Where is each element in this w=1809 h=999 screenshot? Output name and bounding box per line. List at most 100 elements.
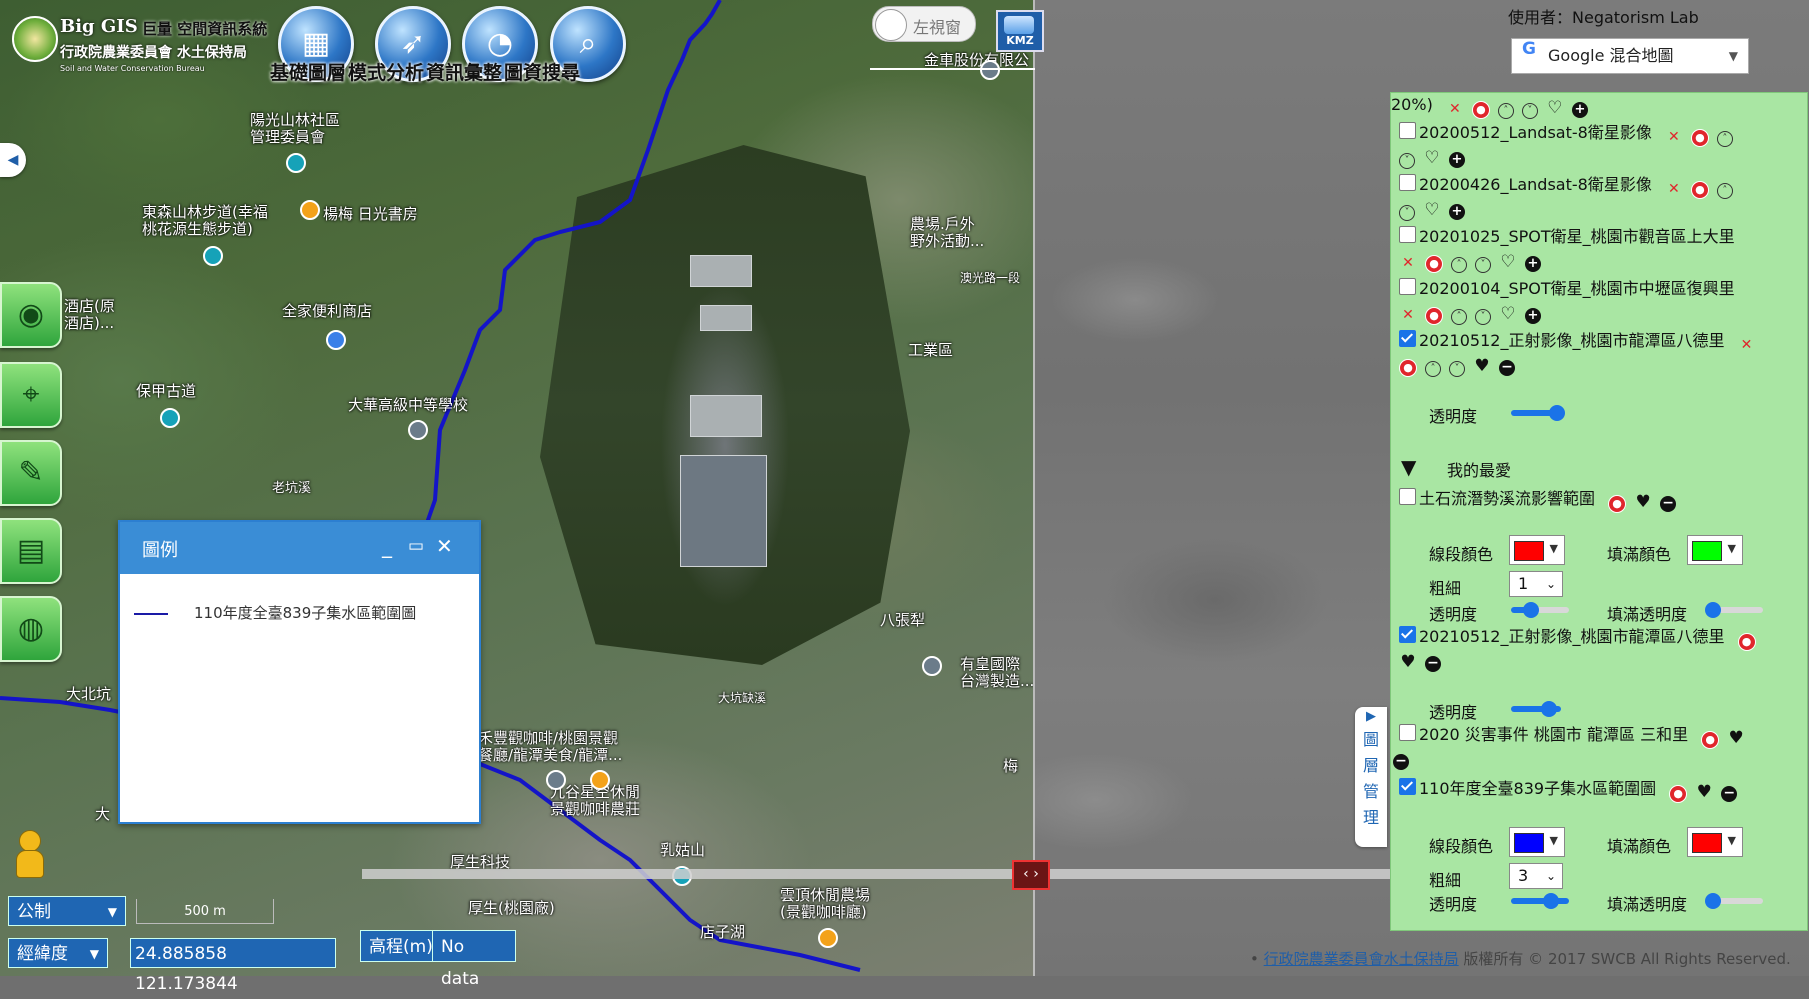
move-up-icon[interactable]: ˄ [1716, 131, 1733, 147]
favorite-filled-icon[interactable]: ♥ [1473, 357, 1491, 375]
favorite-filled-icon[interactable]: ♥ [1399, 653, 1417, 671]
toolbar-label-base-layers[interactable]: 基礎圖層 [270, 62, 346, 84]
maximize-icon[interactable]: ▭ [408, 536, 424, 556]
move-down-icon[interactable]: ˅ [1475, 309, 1491, 325]
add-icon[interactable]: + [1449, 152, 1465, 168]
poi-marker[interactable] [160, 408, 180, 428]
favorite-row[interactable]: 土石流潛勢溪流影響範圍 ● ♥ − [1399, 485, 1677, 513]
layer-checkbox[interactable] [1399, 488, 1416, 505]
map-marker-button[interactable]: ⌖ [0, 362, 62, 428]
favorite-row[interactable]: 110年度全臺839子集水區範圍圖 ● ♥ − [1399, 775, 1738, 803]
locate-pin-icon[interactable]: ● [1701, 731, 1720, 749]
taiwan-map-button[interactable]: ◉ [0, 282, 62, 348]
width-select[interactable]: 1 ⌄ [1509, 571, 1563, 597]
elevation-button[interactable]: 高程(m) [360, 930, 442, 962]
poi-marker[interactable] [980, 60, 1000, 80]
layer-panel[interactable]: 20%) ✕ ● ˄ ˅ ♡ + 20200512_Landsat-8衛星影像 ✕ ● ˄ ˅… [1390, 92, 1808, 931]
move-up-icon[interactable]: ˄ [1425, 361, 1441, 377]
remove-icon[interactable]: ✕ [1446, 100, 1464, 118]
locate-pin-icon[interactable]: ● [1737, 633, 1756, 651]
move-up-icon[interactable]: ˄ [1716, 183, 1733, 199]
favorite-row[interactable]: 20210512_正射影像_桃園市龍潭區八德里 ● [1399, 623, 1756, 651]
locate-pin-icon[interactable]: ● [1471, 101, 1490, 119]
opacity-slider[interactable] [1511, 405, 1565, 421]
unit-select[interactable]: 公制 ▼ [8, 896, 126, 926]
move-up-icon[interactable]: ˄ [1497, 103, 1514, 119]
slider-knob[interactable] [1523, 602, 1539, 618]
favorite-filled-icon[interactable]: ♥ [1695, 783, 1713, 801]
remove-favorite-icon[interactable]: − [1393, 754, 1409, 770]
layer-row[interactable]: 20200426_Landsat-8衛星影像 ✕ ● ˄ [1399, 171, 1733, 199]
globe-button[interactable]: ◍ [0, 596, 62, 662]
move-up-icon[interactable]: ˄ [1451, 257, 1467, 273]
remove-favorite-icon[interactable]: − [1425, 656, 1441, 672]
favorite-outline-icon[interactable]: ♡ [1546, 99, 1564, 117]
line-color-select[interactable]: ▼ [1509, 827, 1565, 857]
close-icon[interactable]: ✕ [436, 534, 453, 558]
layer-checkbox[interactable] [1399, 278, 1416, 295]
locate-pin-icon[interactable]: ● [1425, 255, 1443, 273]
street-view-pegman[interactable] [12, 830, 44, 886]
poi-marker[interactable] [408, 420, 428, 440]
remove-favorite-icon[interactable]: − [1721, 786, 1738, 802]
layer-row[interactable]: 20210512_正射影像_桃園市龍潭區八德里 ✕ [1399, 327, 1756, 354]
layer-checkbox[interactable] [1399, 226, 1416, 243]
layer-checkbox-checked[interactable] [1399, 626, 1416, 643]
favorite-outline-icon[interactable]: ♡ [1499, 253, 1517, 271]
left-view-toggle[interactable]: 左視窗 [872, 6, 976, 42]
layer-checkbox[interactable] [1399, 724, 1416, 741]
layer-row[interactable]: 20201025_SPOT衛星_桃園市觀音區上大里 [1399, 223, 1735, 247]
move-down-icon[interactable]: ˅ [1449, 361, 1465, 377]
layer-checkbox[interactable] [1399, 174, 1416, 191]
locate-pin-icon[interactable]: ● [1425, 307, 1443, 325]
locate-pin-icon[interactable]: ● [1690, 181, 1709, 199]
poi-marker[interactable] [203, 246, 223, 266]
fill-color-select[interactable]: ▼ [1687, 535, 1743, 565]
kmz-button[interactable]: KMZ [996, 10, 1044, 52]
layer-manager-tab[interactable]: ▶ 圖 層 管 理 [1355, 707, 1387, 847]
fill-opacity-slider[interactable] [1705, 893, 1763, 909]
map-tools-button[interactable]: ✎ [0, 440, 62, 506]
legend-header[interactable]: 圖例 _ ▭ ✕ [120, 522, 479, 574]
fill-color-select[interactable]: ▼ [1687, 827, 1743, 857]
poi-marker[interactable] [326, 330, 346, 350]
opacity-slider[interactable] [1511, 701, 1561, 717]
width-select[interactable]: 3 ⌄ [1509, 863, 1563, 889]
favorite-outline-icon[interactable]: ♡ [1423, 149, 1441, 167]
swipe-slider-track[interactable] [362, 869, 1462, 879]
favorite-filled-icon[interactable]: ♥ [1727, 729, 1745, 747]
map-left-pane[interactable]: 陽光山林社區 管理委員會 東森山林步道(幸福 桃花源生態步道) 楊梅 日光書房 全家… [0, 0, 1035, 976]
favorite-filled-icon[interactable]: ♥ [1634, 493, 1652, 511]
basemap-select[interactable]: G Google 混合地圖 ▼ [1511, 38, 1749, 74]
poi-marker[interactable] [546, 770, 566, 790]
move-up-icon[interactable]: ˄ [1451, 309, 1467, 325]
locate-pin-icon[interactable]: ● [1669, 785, 1688, 803]
layer-checkbox-checked[interactable] [1399, 330, 1416, 347]
remove-favorite-icon[interactable]: − [1660, 496, 1677, 512]
opacity-slider[interactable] [1511, 893, 1569, 909]
add-icon[interactable]: + [1571, 102, 1588, 118]
slider-knob[interactable] [1543, 893, 1559, 909]
poi-marker[interactable] [922, 656, 942, 676]
coord-mode-select[interactable]: 經緯度 ▼ [8, 938, 108, 968]
poi-marker[interactable] [300, 200, 320, 220]
minimize-icon[interactable]: _ [382, 534, 392, 558]
swipe-slider-handle[interactable]: ‹ › [1012, 860, 1050, 890]
move-down-icon[interactable]: ˅ [1399, 153, 1415, 169]
fill-opacity-slider[interactable] [1705, 602, 1763, 618]
remove-icon[interactable]: ✕ [1665, 180, 1683, 198]
remove-icon[interactable]: ✕ [1399, 254, 1417, 272]
favorite-outline-icon[interactable]: ♡ [1499, 305, 1517, 323]
poi-marker[interactable] [818, 928, 838, 948]
agency-link[interactable]: 行政院農業委員會水土保持局 [1264, 950, 1459, 968]
favorite-row[interactable]: 2020 災害事件 桃園市 龍潭區 三和里 ● ♥ [1399, 721, 1745, 749]
opacity-slider[interactable] [1511, 602, 1569, 618]
poi-marker[interactable] [286, 153, 306, 173]
add-icon[interactable]: + [1525, 256, 1541, 272]
slider-knob[interactable] [1705, 602, 1721, 618]
toolbar-label-model-analysis[interactable]: 模式分析 [348, 62, 424, 84]
move-down-icon[interactable]: ˅ [1399, 205, 1415, 221]
line-color-select[interactable]: ▼ [1509, 535, 1565, 565]
toolbar-label-info-summary[interactable]: 資訊彙整 [426, 62, 502, 84]
remove-icon[interactable]: ✕ [1665, 128, 1683, 146]
